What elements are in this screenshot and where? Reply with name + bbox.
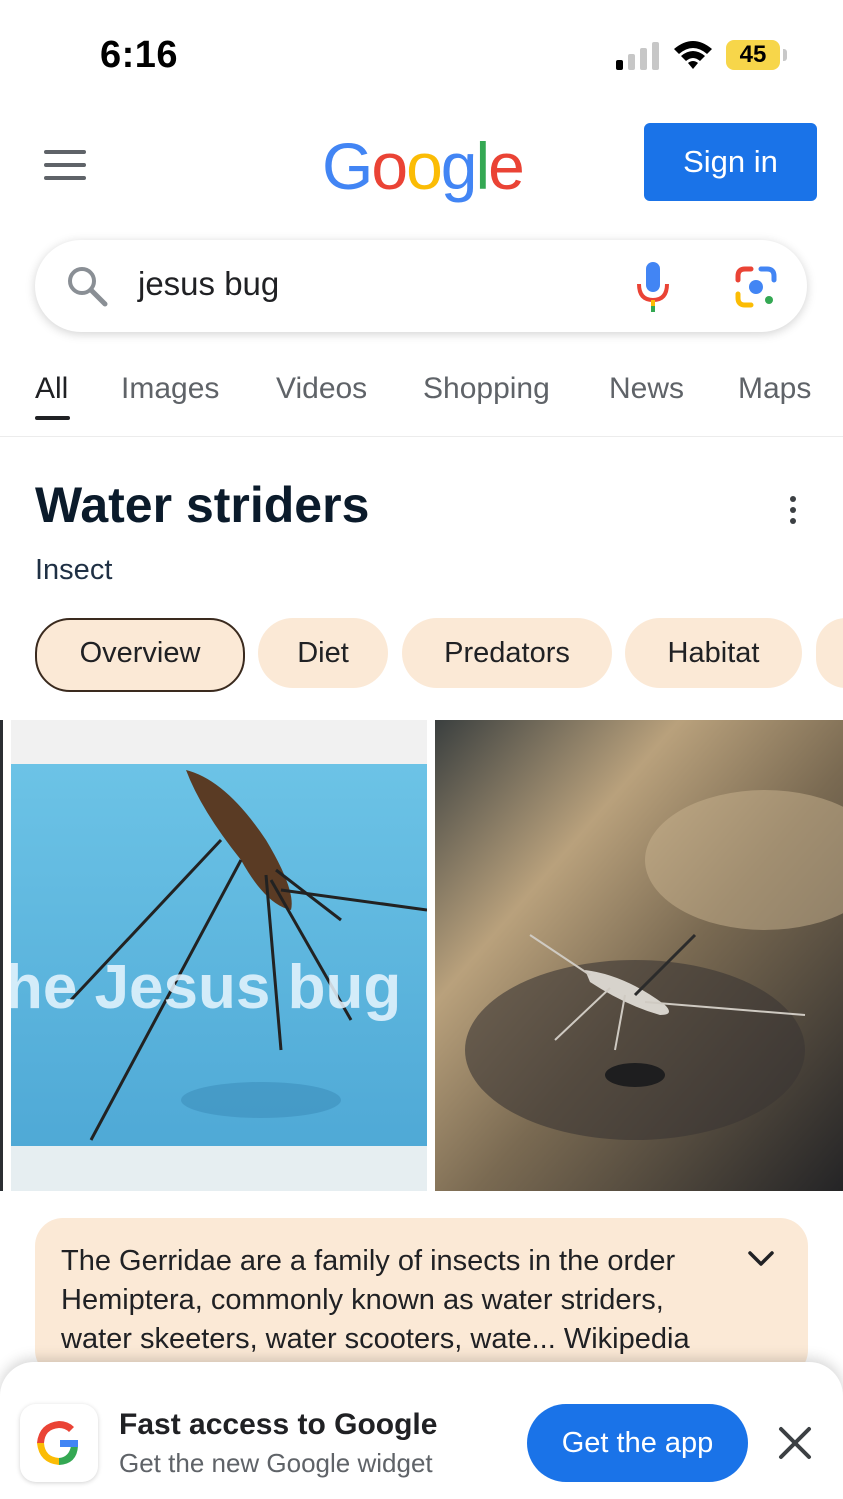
tab-videos[interactable]: Videos (276, 372, 367, 406)
tab-all[interactable]: All (35, 372, 68, 406)
chip-predators[interactable]: Predators (402, 618, 612, 688)
promo-subtitle: Get the new Google widget (119, 1448, 433, 1478)
knowledge-panel-subtitle: Insect (35, 554, 113, 586)
search-icon (68, 267, 108, 307)
status-time: 6:16 (100, 34, 179, 76)
search-bar[interactable]: jesus bug (35, 240, 807, 332)
chevron-down-icon[interactable] (747, 1250, 775, 1268)
google-lens-icon[interactable] (735, 266, 777, 308)
app-promo-sheet: Fast access to Google Get the new Google… (0, 1362, 843, 1499)
status-bar: 6:16 45 (0, 0, 843, 110)
chip-overview[interactable]: Overview (35, 618, 245, 692)
tab-shopping[interactable]: Shopping (423, 372, 550, 406)
sign-in-button[interactable]: Sign in (644, 123, 817, 201)
logo-letter: o (371, 129, 408, 203)
chip-habitat[interactable]: Habitat (625, 618, 802, 688)
get-the-app-button[interactable]: Get the app (527, 1404, 748, 1482)
search-input[interactable]: jesus bug (138, 265, 279, 303)
battery-tip-icon (783, 49, 787, 61)
hamburger-menu-icon[interactable] (44, 150, 86, 182)
tab-maps[interactable]: Maps (738, 372, 811, 406)
image-edge (0, 720, 3, 1191)
tab-images[interactable]: Images (121, 372, 219, 406)
microphone-icon[interactable] (635, 260, 671, 314)
logo-letter: G (322, 129, 373, 203)
image-caption: he Jesus bug (11, 953, 402, 1022)
description-card[interactable]: The Gerridae are a family of insects in … (35, 1218, 808, 1378)
description-text: The Gerridae are a family of insects in … (61, 1245, 690, 1355)
logo-letter: l (475, 129, 491, 203)
search-tabs: All Images Videos Shopping News Maps (0, 360, 843, 437)
battery-indicator: 45 (726, 40, 780, 70)
logo-letter: g (440, 129, 478, 203)
water-strider-image-1[interactable]: he Jesus bug (11, 720, 427, 1191)
close-icon[interactable] (776, 1424, 814, 1462)
cellular-signal-icon (616, 42, 659, 70)
active-tab-indicator (35, 416, 70, 420)
promo-title: Fast access to Google (119, 1408, 438, 1441)
knowledge-panel-title: Water striders (35, 477, 370, 533)
chip-more[interactable] (816, 618, 843, 688)
wifi-icon (674, 41, 712, 69)
water-strider-image-2[interactable] (435, 720, 843, 1191)
chip-diet[interactable]: Diet (258, 618, 388, 688)
logo-letter: e (488, 129, 525, 203)
google-logo[interactable]: Google (322, 128, 525, 204)
logo-letter: o (406, 129, 443, 203)
more-options-icon[interactable] (786, 496, 800, 526)
tab-news[interactable]: News (609, 372, 684, 406)
google-app-icon (20, 1404, 98, 1482)
